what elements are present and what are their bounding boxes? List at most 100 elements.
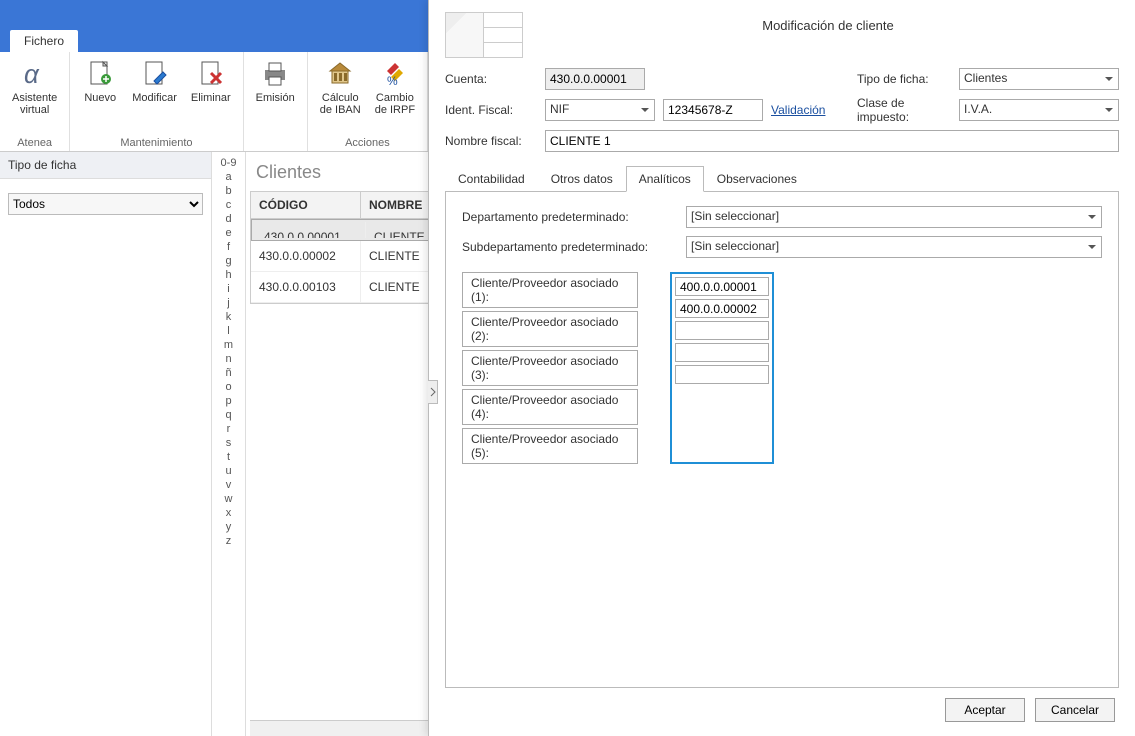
- assoc-input-5[interactable]: [675, 365, 769, 384]
- nuevo-button[interactable]: Nuevo: [78, 56, 122, 106]
- alpha-v[interactable]: v: [212, 478, 245, 492]
- alpha-i[interactable]: i: [212, 282, 245, 296]
- alpha-l[interactable]: l: [212, 324, 245, 338]
- grid-horizontal-scrollbar[interactable]: [250, 720, 454, 736]
- alpha-n[interactable]: n: [212, 352, 245, 366]
- ribbon-group-emision: Emisión: [244, 52, 308, 151]
- alpha-u[interactable]: u: [212, 464, 245, 478]
- alpha-j[interactable]: j: [212, 296, 245, 310]
- clase-impuesto-select[interactable]: I.V.A.: [959, 99, 1119, 121]
- grid-header: CÓDIGO NOMBRE: [251, 192, 453, 219]
- tab-contabilidad[interactable]: Contabilidad: [445, 166, 538, 192]
- assoc-input-3[interactable]: [675, 321, 769, 340]
- alpha-o[interactable]: o: [212, 380, 245, 394]
- ribbon-group-mantenimiento: Nuevo Modificar Eliminar Mantenimiento: [70, 52, 243, 151]
- cambio-irpf-button[interactable]: % Cambio de IRPF: [371, 56, 419, 118]
- svg-text:%: %: [387, 74, 398, 88]
- asistente-virtual-label: Asistente virtual: [12, 92, 57, 116]
- tab-analiticos-content: Departamento predeterminado: [Sin selecc…: [445, 192, 1119, 688]
- alpha-d[interactable]: d: [212, 212, 245, 226]
- ribbon-group-acciones-label: Acciones: [316, 135, 419, 149]
- alpha-w[interactable]: w: [212, 492, 245, 506]
- eliminar-button[interactable]: Eliminar: [187, 56, 235, 106]
- assoc-label-5: Cliente/Proveedor asociado (5):: [462, 428, 638, 464]
- alpha-h[interactable]: h: [212, 268, 245, 282]
- tipo-ficha-label: Tipo de ficha:: [857, 72, 949, 86]
- alpha-z[interactable]: z: [212, 534, 245, 548]
- cuenta-input: [545, 68, 645, 90]
- assoc-input-1[interactable]: [675, 277, 769, 296]
- assoc-labels: Cliente/Proveedor asociado (1):Cliente/P…: [462, 272, 638, 464]
- tab-analiticos[interactable]: Analíticos: [626, 166, 704, 192]
- modificar-button[interactable]: Modificar: [128, 56, 181, 106]
- edit-doc-icon: [139, 58, 171, 90]
- print-icon: [259, 58, 291, 90]
- dialog-tabs: Contabilidad Otros datos Analíticos Obse…: [445, 166, 1119, 192]
- tipo-ficha-select[interactable]: Clientes: [959, 68, 1119, 90]
- alpha-m[interactable]: m: [212, 338, 245, 352]
- alpha-g[interactable]: g: [212, 254, 245, 268]
- alpha-k[interactable]: k: [212, 310, 245, 324]
- ribbon-group-acciones: Cálculo de IBAN % Cambio de IRPF Accione…: [308, 52, 428, 151]
- table-row[interactable]: 430.0.0.00002CLIENTE: [251, 241, 453, 272]
- nombre-label: Nombre fiscal:: [445, 134, 537, 148]
- alpha-f[interactable]: f: [212, 240, 245, 254]
- percent-icon: %: [379, 58, 411, 90]
- dept-select[interactable]: [Sin seleccionar]: [686, 206, 1102, 228]
- filter-header: Tipo de ficha: [0, 152, 211, 179]
- ident-tipo-select[interactable]: NIF: [545, 99, 655, 121]
- collapse-handle[interactable]: [428, 380, 438, 404]
- alpha-q[interactable]: q: [212, 408, 245, 422]
- col-codigo-header[interactable]: CÓDIGO: [251, 192, 361, 218]
- assoc-input-2[interactable]: [675, 299, 769, 318]
- aceptar-button[interactable]: Aceptar: [945, 698, 1025, 722]
- tab-observaciones[interactable]: Observaciones: [704, 166, 810, 192]
- dept-label: Departamento predeterminado:: [462, 210, 676, 224]
- cuenta-label: Cuenta:: [445, 72, 537, 86]
- cell-codigo: 430.0.0.00002: [251, 241, 361, 271]
- bank-icon: [324, 58, 356, 90]
- calculo-iban-label: Cálculo de IBAN: [320, 92, 361, 116]
- alpha-b[interactable]: b: [212, 184, 245, 198]
- assoc-label-4: Cliente/Proveedor asociado (4):: [462, 389, 638, 425]
- alpha-index: 0-9abcdefghijklmnñopqrstuvwxyz: [212, 152, 246, 736]
- emision-button[interactable]: Emisión: [252, 56, 299, 106]
- ribbon-group-mantenimiento-label: Mantenimiento: [78, 135, 234, 149]
- ribbon-group-atenea: α Asistente virtual Atenea: [0, 52, 70, 151]
- dialog-title: Modificación de cliente: [537, 12, 1119, 33]
- alpha-c[interactable]: c: [212, 198, 245, 212]
- alpha-a[interactable]: a: [212, 170, 245, 184]
- alpha-p[interactable]: p: [212, 394, 245, 408]
- alpha-y[interactable]: y: [212, 520, 245, 534]
- list-title: Clientes: [246, 152, 458, 191]
- eliminar-label: Eliminar: [191, 92, 231, 104]
- image-placeholder[interactable]: [445, 12, 523, 58]
- table-row[interactable]: 430.0.0.00001CLIENTE: [251, 219, 453, 241]
- alpha-e[interactable]: e: [212, 226, 245, 240]
- ribbon-tab-fichero[interactable]: Fichero: [10, 30, 78, 52]
- alpha-0-9[interactable]: 0-9: [212, 156, 245, 170]
- alpha-s[interactable]: s: [212, 436, 245, 450]
- clients-grid: CÓDIGO NOMBRE 430.0.0.00001CLIENTE430.0.…: [250, 191, 454, 304]
- delete-doc-icon: [195, 58, 227, 90]
- cancelar-button[interactable]: Cancelar: [1035, 698, 1115, 722]
- chevron-right-icon: [430, 387, 436, 397]
- alpha-r[interactable]: r: [212, 422, 245, 436]
- nuevo-label: Nuevo: [84, 92, 116, 104]
- validacion-link[interactable]: Validación: [771, 103, 825, 117]
- ident-input[interactable]: [663, 99, 763, 121]
- assoc-input-4[interactable]: [675, 343, 769, 362]
- emision-label: Emisión: [256, 92, 295, 104]
- asistente-virtual-button[interactable]: α Asistente virtual: [8, 56, 61, 118]
- nombre-input[interactable]: [545, 130, 1119, 152]
- ident-label: Ident. Fiscal:: [445, 103, 537, 117]
- alpha-x[interactable]: x: [212, 506, 245, 520]
- alpha-t[interactable]: t: [212, 450, 245, 464]
- list-pane: Clientes CÓDIGO NOMBRE 430.0.0.00001CLIE…: [246, 152, 459, 736]
- tab-otros-datos[interactable]: Otros datos: [538, 166, 626, 192]
- table-row[interactable]: 430.0.0.00103CLIENTE: [251, 272, 453, 303]
- alpha-ñ[interactable]: ñ: [212, 366, 245, 380]
- tipo-ficha-filter-select[interactable]: Todos: [8, 193, 203, 215]
- calculo-iban-button[interactable]: Cálculo de IBAN: [316, 56, 365, 118]
- subdept-select[interactable]: [Sin seleccionar]: [686, 236, 1102, 258]
